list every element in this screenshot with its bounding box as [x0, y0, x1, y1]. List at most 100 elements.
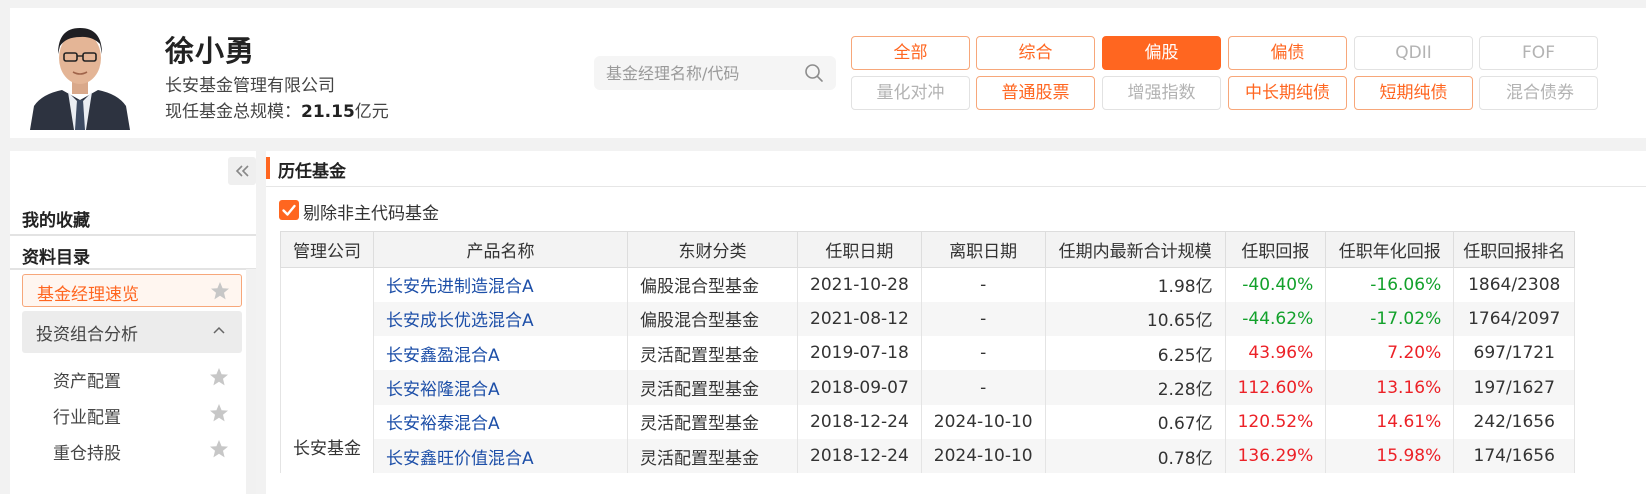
search-icon[interactable] — [804, 63, 824, 83]
filter-fof[interactable]: FOF — [1479, 36, 1598, 70]
annual-return-cell: 7.20% — [1325, 336, 1455, 371]
start-date-cell: 2018-12-24 — [797, 438, 922, 474]
sidebar-catalog-heading: 资料目录 — [22, 248, 90, 268]
fund-name-link[interactable]: 长安鑫盈混合A — [373, 336, 628, 371]
manager-search-input[interactable] — [606, 61, 796, 85]
manager-search-box — [594, 56, 836, 90]
checkbox-label[interactable]: 剔除非主代码基金 — [303, 199, 439, 224]
filter-comprehensive[interactable]: 综合 — [976, 36, 1095, 70]
end-date-cell: - — [920, 301, 1046, 337]
section-accent-bar — [266, 157, 270, 179]
filter-quant-hedge[interactable]: 量化对冲 — [851, 76, 970, 110]
return-cell: 112.60% — [1224, 370, 1327, 405]
scale-cell: 10.65亿 — [1044, 301, 1226, 337]
category-cell: 偏股混合型基金 — [627, 267, 798, 302]
filter-common-stock[interactable]: 普通股票 — [976, 76, 1095, 110]
favorite-star-icon[interactable] — [209, 403, 229, 423]
sidebar-item-manager-overview[interactable]: 基金经理速览 — [22, 274, 242, 307]
collapse-sidebar-button[interactable] — [228, 157, 256, 185]
rank-cell: 174/1656 — [1453, 438, 1576, 474]
column-header-tenure-return[interactable]: 任职回报 — [1224, 231, 1327, 268]
end-date-cell: 2024-10-10 — [920, 438, 1046, 474]
end-date-cell: - — [920, 267, 1046, 302]
category-cell: 灵活配置型基金 — [627, 370, 798, 405]
rank-cell: 197/1627 — [1453, 370, 1576, 405]
filter-equity-biased[interactable]: 偏股 — [1102, 36, 1221, 70]
fund-name-link[interactable]: 长安裕隆混合A — [373, 370, 628, 405]
annual-return-cell: 15.98% — [1325, 438, 1455, 474]
table-row: 长安鑫旺价值混合A 灵活配置型基金 2018-12-24 2024-10-10 … — [281, 438, 1576, 474]
scale-cell: 6.25亿 — [1044, 336, 1226, 371]
sidebar-group-portfolio-analysis[interactable]: 投资组合分析 — [22, 311, 242, 353]
scale-value: 21.15 — [301, 102, 355, 122]
sidebar-favorites-heading[interactable]: 我的收藏 — [22, 206, 90, 231]
return-cell: 43.96% — [1224, 336, 1327, 371]
category-cell: 灵活配置型基金 — [627, 336, 798, 371]
manager-avatar — [26, 20, 134, 130]
start-date-cell: 2021-10-28 — [797, 267, 922, 302]
filter-enhanced-index[interactable]: 增强指数 — [1102, 76, 1221, 110]
fund-name-link[interactable]: 长安鑫旺价值混合A — [373, 438, 628, 474]
end-date-cell: 2024-10-10 — [920, 404, 1046, 439]
manager-total-scale: 现任基金总规模：21.15亿元 — [165, 97, 389, 122]
table-row: 长安裕隆混合A 灵活配置型基金 2018-09-07 - 2.28亿 112.6… — [281, 370, 1576, 405]
chevron-up-icon — [213, 326, 225, 334]
fund-name-link[interactable]: 长安裕泰混合A — [373, 404, 628, 439]
scale-label: 现任基金总规模： — [165, 102, 301, 122]
column-header-return-rank[interactable]: 任职回报排名 — [1453, 231, 1576, 268]
rank-cell: 1864/2308 — [1453, 267, 1576, 302]
annual-return-cell: -17.02% — [1325, 301, 1455, 337]
start-date-cell: 2018-09-07 — [797, 370, 922, 405]
filter-qdii[interactable]: QDII — [1354, 36, 1473, 70]
table-row: 长安成长优选混合A 偏股混合型基金 2021-08-12 - 10.65亿 -4… — [281, 301, 1576, 337]
checkmark-icon — [282, 204, 296, 216]
main-content: 历任基金 剔除非主代码基金 管理公司 产品名称 东财分类 任职日期 离职日期 任… — [266, 151, 1646, 494]
filter-mixed-bond[interactable]: 混合债券 — [1479, 76, 1598, 110]
end-date-cell: - — [920, 336, 1046, 371]
favorite-star-icon[interactable] — [209, 439, 229, 459]
filter-short-bond[interactable]: 短期纯债 — [1354, 76, 1473, 110]
sidebar-scrollbar[interactable] — [246, 269, 256, 494]
category-cell: 灵活配置型基金 — [627, 438, 798, 474]
sidebar-item-industry-allocation[interactable]: 行业配置 — [53, 403, 121, 428]
filter-mid-long-bond[interactable]: 中长期纯债 — [1228, 76, 1347, 110]
filter-all[interactable]: 全部 — [851, 36, 970, 70]
sidebar-item-asset-allocation[interactable]: 资产配置 — [53, 367, 121, 392]
return-cell: 120.52% — [1224, 404, 1327, 439]
company-cell: 长安基金 — [280, 267, 374, 474]
fund-history-table: 管理公司 产品名称 东财分类 任职日期 离职日期 任期内最新合计规模 任职回报 … — [280, 231, 1576, 474]
column-header-product-name: 产品名称 — [373, 231, 628, 268]
return-cell: -40.40% — [1224, 267, 1327, 302]
sidebar-group-label: 投资组合分析 — [36, 325, 138, 345]
favorite-star-icon[interactable] — [210, 281, 230, 301]
manager-company: 长安基金管理有限公司 — [165, 76, 335, 96]
table-row: 长安鑫盈混合A 灵活配置型基金 2019-07-18 - 6.25亿 43.96… — [281, 336, 1576, 371]
column-header-end-date[interactable]: 离职日期 — [920, 231, 1046, 268]
favorite-star-icon[interactable] — [209, 367, 229, 387]
sidebar: 我的收藏 资料目录 基金经理速览 投资组合分析 资产配置 行业配置 重仓持股 — [10, 151, 256, 494]
scale-unit: 亿元 — [354, 102, 389, 122]
annual-return-cell: 13.16% — [1325, 370, 1455, 405]
column-header-annualized-return[interactable]: 任职年化回报 — [1325, 231, 1455, 268]
category-cell: 灵活配置型基金 — [627, 404, 798, 439]
scale-cell: 0.78亿 — [1044, 438, 1226, 474]
sidebar-divider — [10, 234, 256, 236]
sidebar-item-top-holdings[interactable]: 重仓持股 — [53, 439, 121, 464]
fund-name-link[interactable]: 长安先进制造混合A — [373, 267, 628, 302]
manager-name: 徐小勇 — [165, 34, 256, 68]
return-cell: 136.29% — [1224, 438, 1327, 474]
section-title: 历任基金 — [278, 162, 346, 182]
column-header-category: 东财分类 — [627, 231, 798, 268]
annual-return-cell: 14.61% — [1325, 404, 1455, 439]
end-date-cell: - — [920, 370, 1046, 405]
column-header-total-scale[interactable]: 任期内最新合计规模 — [1044, 231, 1226, 268]
rank-cell: 1764/2097 — [1453, 301, 1576, 337]
exclude-non-main-code-checkbox[interactable] — [279, 200, 299, 220]
column-header-company: 管理公司 — [280, 231, 374, 268]
start-date-cell: 2018-12-24 — [797, 404, 922, 439]
column-header-start-date[interactable]: 任职日期 — [797, 231, 922, 268]
fund-name-link[interactable]: 长安成长优选混合A — [373, 301, 628, 337]
filter-bond-biased[interactable]: 偏债 — [1228, 36, 1347, 70]
section-divider — [266, 186, 1646, 187]
table-row: 长安基金 长安先进制造混合A 偏股混合型基金 2021-10-28 - 1.98… — [280, 267, 1576, 474]
